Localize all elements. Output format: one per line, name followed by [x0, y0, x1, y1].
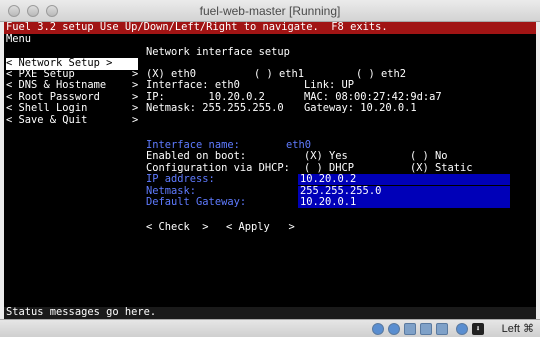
enabled-on-boot-label: Enabled on boot:	[146, 150, 247, 162]
interface-radio-eth2[interactable]: ( ) eth2	[356, 68, 406, 81]
status-line: Status messages go here.	[4, 306, 536, 319]
window-titlebar: fuel-web-master [Running]	[0, 0, 540, 22]
mouse-integration-icon[interactable]	[456, 323, 468, 335]
section-title: Network interface setup	[146, 46, 290, 58]
enabled-yes-radio[interactable]: (X) Yes	[304, 150, 348, 163]
status-message: Status messages go here.	[6, 306, 157, 318]
vm-status-bar: ⬇ Left ⌘	[0, 319, 540, 337]
optical-drive-icon[interactable]	[372, 323, 384, 335]
apply-button[interactable]: < Apply >	[226, 221, 295, 234]
menu-item-save-quit[interactable]: < Save & Quit	[6, 114, 87, 127]
gateway-value: 10.20.0.1	[300, 196, 357, 208]
keyboard-capture-icon[interactable]: ⬇	[472, 323, 484, 335]
ip-address-input[interactable]: 10.20.0.2	[298, 173, 510, 185]
menu-label: Menu	[6, 33, 32, 45]
gateway-input[interactable]: 10.20.0.1	[298, 196, 510, 208]
menu-item-dns-hostname[interactable]: < DNS & Hostname	[6, 79, 106, 92]
menu-arrow: >	[132, 79, 139, 91]
static-radio[interactable]: (X) Static	[410, 162, 473, 175]
window-title: fuel-web-master [Running]	[199, 4, 341, 18]
header-text: Fuel 3.2 setup Use Up/Down/Left/Right to…	[6, 22, 388, 33]
interface-radio-eth1[interactable]: ( ) eth1	[254, 68, 304, 81]
header-bar: Fuel 3.2 setup Use Up/Down/Left/Right to…	[4, 22, 536, 34]
summary-netmask: Netmask: 255.255.255.0	[146, 102, 284, 114]
ip-address-value: 10.20.0.2	[300, 173, 357, 185]
menu-arrow: >	[132, 114, 139, 126]
check-button[interactable]: < Check >	[146, 221, 209, 234]
enabled-no-radio[interactable]: ( ) No	[410, 150, 448, 163]
menu-item-shell-login[interactable]: < Shell Login	[6, 102, 87, 115]
summary-interface: Interface: eth0	[146, 79, 240, 91]
gateway-label: Default Gateway:	[146, 196, 247, 208]
summary-link: Link: UP	[304, 79, 355, 91]
disk-icon[interactable]	[388, 323, 400, 335]
display-icon[interactable]	[436, 323, 448, 335]
usb-icon[interactable]	[404, 323, 416, 335]
shared-folder-icon[interactable]	[420, 323, 432, 335]
summary-gateway: Gateway: 10.20.0.1	[304, 102, 417, 114]
vm-console[interactable]: Fuel 3.2 setup Use Up/Down/Left/Right to…	[4, 22, 536, 319]
host-key-label: Left ⌘	[501, 323, 534, 335]
menu-arrow: >	[132, 102, 139, 114]
ip-address-label: IP address:	[146, 173, 215, 185]
